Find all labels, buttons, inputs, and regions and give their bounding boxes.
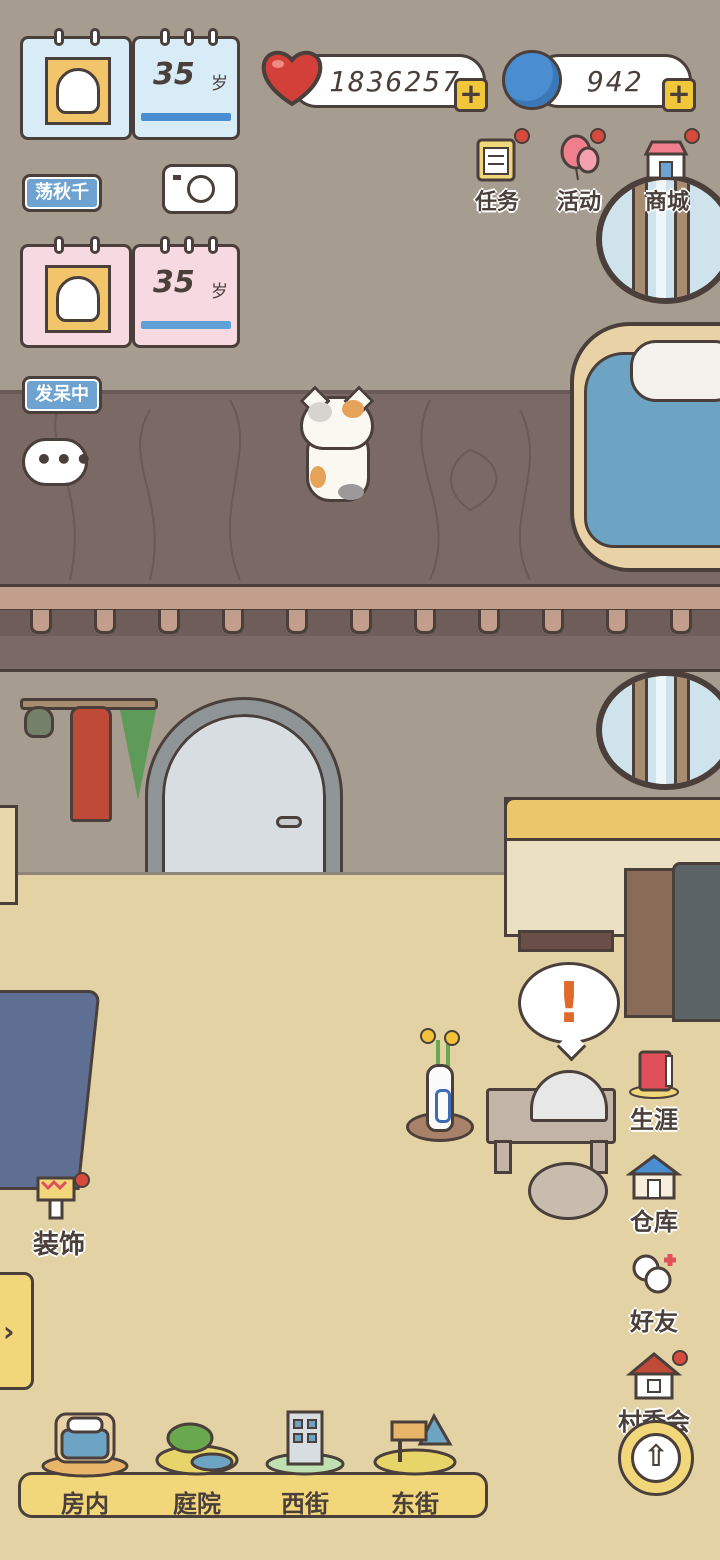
notification-dot <box>590 128 606 144</box>
stove <box>672 862 720 1022</box>
pet-age-bar <box>141 321 231 329</box>
calendar-ring <box>90 28 100 46</box>
calendar-ring <box>160 236 170 254</box>
bed-room-icon <box>41 1412 129 1478</box>
event-label: 活动 <box>556 190 601 215</box>
chat-ellipsis-icon: ••• <box>35 443 95 476</box>
warehouse-button[interactable]: 仓库 <box>612 1150 696 1240</box>
exclamation-mark: ! <box>556 971 582 1036</box>
pet-card-1[interactable]: 35 岁 <box>20 28 240 140</box>
camera-button[interactable] <box>162 164 238 214</box>
gem-icon <box>502 50 562 110</box>
calendar-ring <box>160 28 170 46</box>
diary-book-icon <box>629 1050 679 1099</box>
chevron-right-icon: › <box>3 1315 15 1348</box>
pet-age-unit: 岁 <box>211 74 228 94</box>
floor-beam <box>0 584 720 612</box>
add-hearts-button[interactable]: + <box>454 78 488 112</box>
pet-age: 35 <box>153 57 195 92</box>
pet-photo-1 <box>20 36 132 140</box>
nav-east-street-label: 东街 <box>391 1490 439 1518</box>
yellow-flower <box>444 1030 460 1046</box>
calendar-ring <box>208 236 218 254</box>
pet-status-2: 发呆中 <box>22 376 102 414</box>
shop-button[interactable]: 商城 <box>632 128 702 218</box>
notification-dot <box>684 128 700 144</box>
pet-age: 35 <box>153 265 195 300</box>
nav-west-street[interactable]: 西街 <box>250 1404 360 1524</box>
panda-avatar <box>45 57 111 125</box>
heart-icon <box>261 50 323 107</box>
yellow-flower <box>420 1028 436 1044</box>
camera-icon <box>187 175 215 203</box>
add-gems-button[interactable]: + <box>662 78 696 112</box>
career-label: 生涯 <box>630 1106 678 1134</box>
nav-room-label: 房内 <box>61 1490 109 1518</box>
chat-button[interactable]: ••• <box>22 438 93 486</box>
west-street-building-icon <box>265 1410 345 1476</box>
decorate-button[interactable]: 装饰 <box>24 1172 94 1262</box>
event-button[interactable]: 活动 <box>544 128 614 218</box>
friends-label: 好友 <box>630 1308 678 1336</box>
pet-age-panel-1: 35 岁 <box>132 36 240 140</box>
calendar-ring <box>90 236 100 254</box>
gems-value: 942 <box>587 65 644 98</box>
bed[interactable] <box>570 322 720 572</box>
nav-garden[interactable]: 庭院 <box>142 1404 252 1524</box>
floor-joists <box>0 610 720 638</box>
east-street-sign-icon <box>373 1412 457 1476</box>
arrow-up-icon: ⇧ <box>631 1433 681 1483</box>
notification-dot <box>74 1172 90 1188</box>
hearts-value: 1836257 <box>329 65 462 98</box>
calendar-ring <box>184 236 194 254</box>
hat <box>24 706 54 738</box>
task-button[interactable]: 任务 <box>462 128 532 218</box>
pet-age-panel-2: 35 岁 <box>132 244 240 348</box>
calendar-ring <box>184 28 194 46</box>
pet-photo-2 <box>20 244 132 348</box>
calendar-ring <box>54 236 64 254</box>
decorate-label: 装饰 <box>32 1230 85 1260</box>
notification-dot <box>672 1350 688 1366</box>
pet-status-1: 荡秋千 <box>22 174 102 212</box>
camera-flash <box>173 175 181 180</box>
nav-room[interactable]: 房内 <box>30 1404 140 1524</box>
counter-top <box>504 797 720 841</box>
stone-arch-door[interactable] <box>148 700 340 882</box>
friends-icon <box>632 1254 676 1294</box>
nav-west-street-label: 西街 <box>281 1490 329 1518</box>
pet-card-2[interactable]: 35 岁 <box>20 236 240 348</box>
friends-button[interactable]: 好友 <box>612 1250 696 1340</box>
calendar-ring <box>208 28 218 46</box>
drawer-cabinet <box>0 805 18 905</box>
task-label: 任务 <box>474 190 519 215</box>
garden-icon <box>155 1422 239 1476</box>
cat-avatar <box>45 265 111 333</box>
alert-speech-bubble[interactable]: ! <box>518 962 620 1044</box>
calendar-ring <box>54 28 64 46</box>
career-button[interactable]: 生涯 <box>612 1048 696 1138</box>
warehouse-label: 仓库 <box>630 1208 678 1236</box>
pet-age-bar <box>141 113 231 121</box>
pillow <box>630 340 720 402</box>
pet-age-unit: 岁 <box>211 282 228 302</box>
cat-character[interactable] <box>298 385 378 510</box>
porcelain-vase <box>426 1064 454 1132</box>
shop-icon <box>643 140 689 180</box>
floor-cushion <box>528 1162 608 1220</box>
ceiling-beam <box>0 636 720 672</box>
scroll-up-button[interactable]: ⇧ <box>618 1420 694 1496</box>
nav-east-street[interactable]: 东街 <box>360 1404 470 1524</box>
nav-garden-label: 庭院 <box>173 1490 221 1518</box>
step-stool <box>518 930 614 952</box>
notification-dot <box>514 128 530 144</box>
shop-label: 商城 <box>644 190 689 215</box>
expand-panel-button[interactable]: › <box>0 1272 34 1390</box>
red-coat <box>70 706 112 822</box>
warehouse-icon <box>626 1154 682 1200</box>
task-board-icon <box>476 138 516 182</box>
